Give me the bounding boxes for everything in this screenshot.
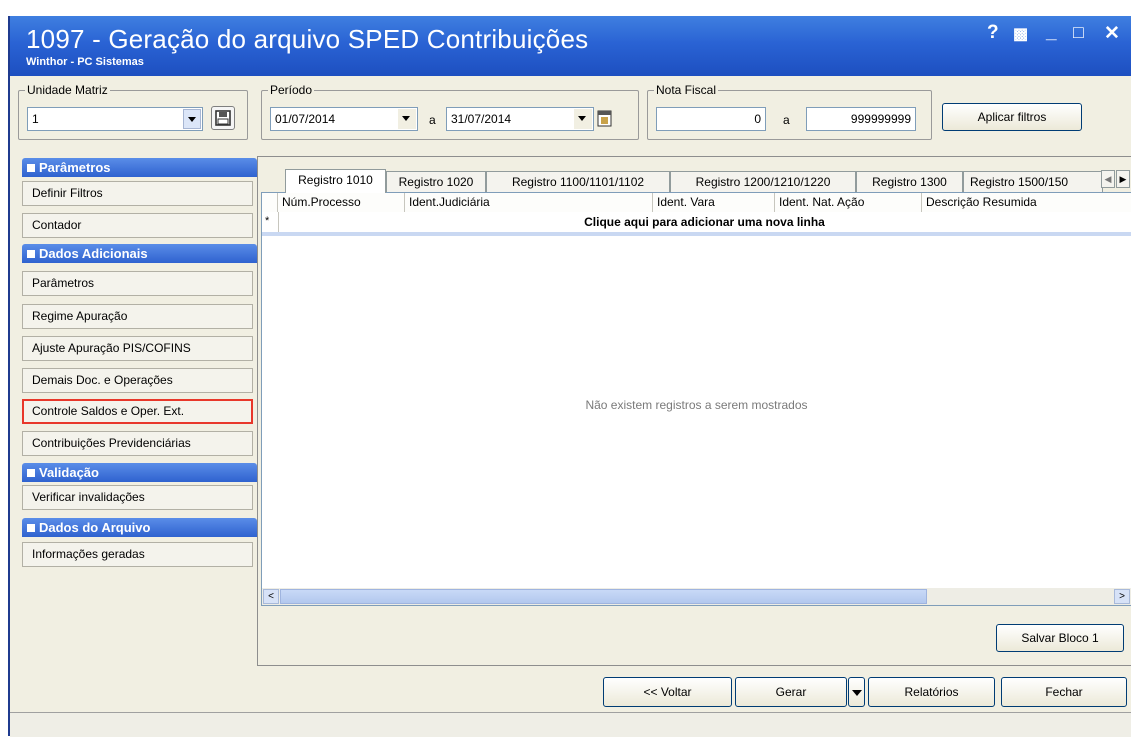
scrollbar-thumb[interactable]: [280, 589, 927, 604]
sidebar-item-demais-doc[interactable]: Demais Doc. e Operações: [22, 368, 253, 393]
nota-fiscal-label: Nota Fiscal: [654, 83, 719, 97]
nota-fiscal-separator: a: [783, 113, 790, 127]
tab-scroll-right-icon[interactable]: ▶: [1116, 170, 1130, 188]
column-header[interactable]: Ident. Nat. Ação: [775, 193, 922, 212]
sidebar-item-contador[interactable]: Contador: [22, 213, 253, 238]
tab-registro-1010[interactable]: Registro 1010: [285, 169, 386, 193]
fechar-button[interactable]: Fechar: [1001, 677, 1127, 707]
status-bar: [10, 712, 1131, 737]
salvar-bloco-button[interactable]: Salvar Bloco 1: [996, 624, 1124, 652]
sidebar-item-contribuicoes-previdenciarias[interactable]: Contribuições Previdenciárias: [22, 431, 253, 456]
scroll-left-icon[interactable]: <: [263, 589, 279, 604]
sidebar-item-informacoes-geradas[interactable]: Informações geradas: [22, 542, 253, 567]
window-subtitle: Winthor - PC Sistemas: [26, 56, 144, 68]
new-row-marker: *: [265, 215, 270, 227]
scroll-right-icon[interactable]: >: [1114, 589, 1130, 604]
chevron-down-icon: [852, 690, 862, 696]
chevron-down-icon[interactable]: [183, 109, 201, 129]
collapse-icon[interactable]: [27, 524, 35, 532]
sidebar-item-parametros[interactable]: Parâmetros: [22, 271, 253, 296]
voltar-button[interactable]: << Voltar: [603, 677, 732, 707]
section-header-dados-adicionais[interactable]: Dados Adicionais: [22, 244, 257, 263]
row-indicator-header: [262, 193, 278, 212]
nota-fiscal-start-field[interactable]: 0: [656, 107, 766, 131]
section-header-dados-arquivo[interactable]: Dados do Arquivo: [22, 518, 257, 537]
horizontal-scrollbar[interactable]: < >: [262, 588, 1131, 605]
tab-scroll-left-icon[interactable]: ◀: [1101, 170, 1115, 188]
title-bar: 1097 - Geração do arquivo SPED Contribui…: [10, 16, 1131, 76]
nota-fiscal-end-field[interactable]: 999999999: [806, 107, 916, 131]
maximize-button[interactable]: □: [1073, 22, 1084, 43]
sidebar: Parâmetros Definir Filtros Contador Dado…: [22, 156, 258, 694]
sidebar-item-verificar-invalidacoes[interactable]: Verificar invalidações: [22, 485, 253, 510]
save-icon[interactable]: [211, 106, 235, 130]
periodo-end-field[interactable]: 31/07/2014: [446, 107, 594, 131]
collapse-icon[interactable]: [27, 164, 35, 172]
chevron-down-icon[interactable]: [398, 109, 416, 129]
close-button[interactable]: ✕: [1104, 22, 1120, 45]
periodo-label: Período: [268, 83, 315, 97]
tab-registro-1300[interactable]: Registro 1300: [856, 171, 963, 192]
column-header[interactable]: Descrição Resumida: [922, 193, 1131, 212]
unidade-matriz-select[interactable]: 1: [27, 107, 203, 131]
minimize-button[interactable]: _: [1046, 22, 1057, 44]
column-header[interactable]: Ident. Vara: [653, 193, 775, 212]
unidade-matriz-label: Unidade Matriz: [25, 83, 110, 97]
section-header-parametros[interactable]: Parâmetros: [22, 158, 257, 177]
registro-panel: Registro 1010 Registro 1020 Registro 110…: [257, 156, 1131, 666]
periodo-separator: a: [429, 113, 436, 127]
help-button[interactable]: ?: [987, 22, 999, 44]
new-row-text[interactable]: Clique aqui para adicionar uma nova linh…: [278, 215, 1131, 229]
tab-registro-1200[interactable]: Registro 1200/1210/1220: [670, 171, 856, 192]
section-header-validacao[interactable]: Validação: [22, 463, 257, 482]
new-row[interactable]: * Clique aqui para adicionar uma nova li…: [262, 212, 1131, 236]
relatorios-button[interactable]: Relatórios: [868, 677, 995, 707]
tab-registro-1500[interactable]: Registro 1500/150: [963, 171, 1103, 192]
registros-grid[interactable]: Núm.Processo Ident.Judiciária Ident. Var…: [261, 192, 1131, 606]
sidebar-item-definir-filtros[interactable]: Definir Filtros: [22, 181, 253, 206]
column-header[interactable]: Ident.Judiciária: [405, 193, 653, 212]
column-header[interactable]: Núm.Processo: [278, 193, 405, 212]
empty-message: Não existem registros a serem mostrados: [585, 398, 808, 412]
chevron-down-icon[interactable]: [574, 109, 592, 129]
periodo-start-field[interactable]: 01/07/2014: [270, 107, 418, 131]
sidebar-item-ajuste-apuracao[interactable]: Ajuste Apuração PIS/COFINS: [22, 336, 253, 361]
window-title: 1097 - Geração do arquivo SPED Contribui…: [26, 24, 589, 54]
tab-registro-1020[interactable]: Registro 1020: [386, 171, 486, 192]
collapse-icon[interactable]: [27, 250, 35, 258]
gerar-dropdown-button[interactable]: [848, 677, 865, 707]
restore-icon[interactable]: ▩: [1013, 24, 1028, 44]
tab-registro-1100[interactable]: Registro 1100/1101/1102: [486, 171, 670, 192]
sidebar-item-regime-apuracao[interactable]: Regime Apuração: [22, 304, 253, 329]
nota-fiscal-group: Nota Fiscal 0 a 999999999: [647, 83, 932, 140]
collapse-icon[interactable]: [27, 469, 35, 477]
periodo-group: Período 01/07/2014 a 31/07/2014: [261, 83, 639, 140]
sidebar-item-controle-saldos[interactable]: Controle Saldos e Oper. Ext.: [22, 399, 253, 424]
apply-filters-button[interactable]: Aplicar filtros: [942, 103, 1082, 131]
gerar-button[interactable]: Gerar: [735, 677, 847, 707]
application-window: 1097 - Geração do arquivo SPED Contribui…: [8, 16, 1131, 737]
calendar-icon[interactable]: [596, 108, 614, 128]
unidade-matriz-group: Unidade Matriz 1: [18, 83, 248, 140]
